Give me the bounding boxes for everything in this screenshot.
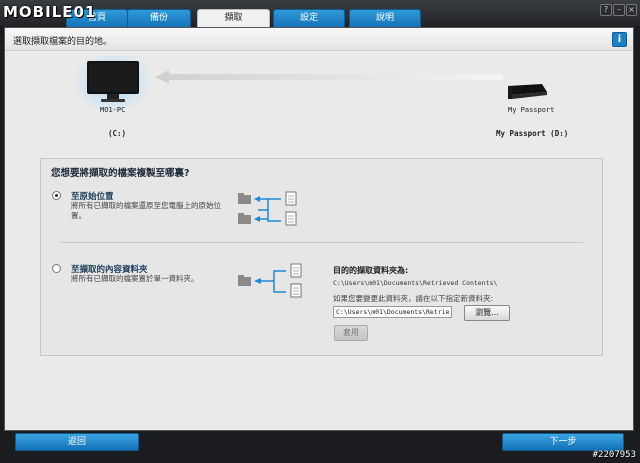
close-button[interactable]: ×	[626, 4, 637, 16]
tab-label: 備份	[149, 13, 168, 23]
single-folder-diagram-icon	[238, 263, 302, 298]
destination-folder-title: 目的的擷取資料夾為:	[333, 266, 409, 275]
browse-button[interactable]: 瀏覽...	[464, 305, 510, 321]
tab-settings[interactable]: 設定	[273, 9, 345, 27]
close-icon: ×	[628, 5, 635, 14]
group-title: 您想要將擷取的檔案複製至哪裏?	[51, 168, 190, 179]
tab-label: 擷取	[224, 13, 243, 23]
instruction-bar: 選取擷取檔案的目的地。 i	[5, 28, 633, 51]
external-drive-icon	[508, 84, 547, 99]
original-location-radio[interactable]	[52, 191, 61, 200]
restore-original-diagram-icon	[238, 191, 297, 226]
original-location-desc-line1: 將所有已擷取的檔案還原至您電腦上的原始位	[71, 201, 221, 210]
original-location-description: 將所有已擷取的檔案還原至您電腦上的原始位 置。	[71, 201, 221, 221]
transfer-arrow-icon	[155, 70, 503, 84]
instruction-text: 選取擷取檔案的目的地。	[13, 37, 113, 47]
option-divider	[61, 242, 583, 243]
destination-folder-path: C:\Users\m01\Documents\Retrieved Content…	[333, 279, 498, 287]
help-icon: ?	[603, 5, 609, 14]
tab-label: 設定	[299, 13, 318, 23]
retrieve-panel: 選取擷取檔案的目的地。 i MO1-PC (C:) My Passport My…	[4, 27, 634, 431]
copy-destination-group: 您想要將擷取的檔案複製至哪裏? 至原始位置 將所有已擷取的檔案還原至您電腦上的原…	[40, 158, 603, 356]
tab-help[interactable]: 說明	[349, 9, 421, 27]
help-window-button[interactable]: ?	[600, 4, 612, 16]
content-folder-radio[interactable]	[52, 264, 61, 273]
destination-change-hint: 如果您要變更此資料夾，請在以下指定新資料夾:	[333, 294, 494, 303]
source-device-name: MO1-PC	[100, 106, 126, 114]
tab-retrieve[interactable]: 擷取	[197, 9, 270, 28]
tab-label: 說明	[375, 13, 394, 23]
tab-backup[interactable]: 備份	[127, 9, 191, 27]
info-label: i	[617, 34, 622, 45]
minimize-button[interactable]: –	[613, 4, 625, 16]
info-icon[interactable]: i	[612, 32, 627, 47]
content-folder-description: 將所有已擷取的檔案置於單一資料夾。	[71, 274, 199, 283]
minimize-icon: –	[617, 5, 621, 14]
apply-button[interactable]: 套用	[334, 325, 368, 341]
target-device-name: My Passport	[508, 106, 555, 114]
next-button[interactable]: 下一步	[502, 433, 624, 451]
original-location-desc-line2: 置。	[71, 211, 86, 220]
target-drive-label: My Passport (D:)	[496, 129, 569, 138]
destination-folder-input[interactable]	[333, 306, 452, 318]
mobile01-logo: MOBILE01	[3, 3, 97, 21]
back-button[interactable]: 返回	[15, 433, 139, 451]
source-drive-label: (C:)	[108, 129, 127, 138]
watermark-id: #2207953	[592, 450, 636, 460]
